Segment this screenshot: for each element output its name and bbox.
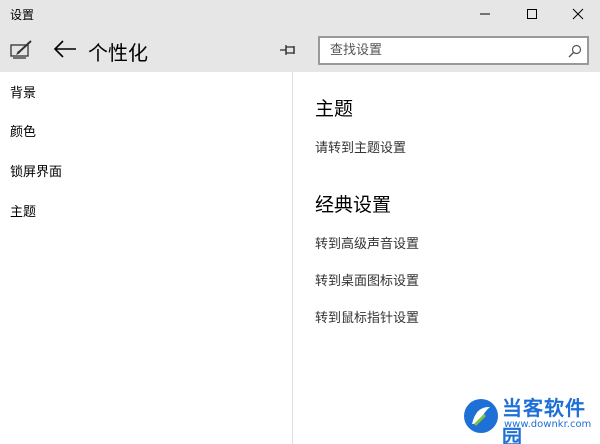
- window-title: 设置: [10, 8, 35, 22]
- link-desktop-icon-settings[interactable]: 转到桌面图标设置: [315, 270, 419, 289]
- link-advanced-sound-settings[interactable]: 转到高级声音设置: [315, 233, 419, 252]
- sidebar-item-background[interactable]: 背景: [10, 81, 270, 107]
- minimize-icon: [480, 13, 490, 15]
- back-arrow-icon[interactable]: [52, 38, 78, 64]
- search-input[interactable]: [330, 41, 560, 60]
- section-title-themes: 主题: [315, 98, 354, 120]
- maximize-button[interactable]: [509, 0, 555, 28]
- pin-icon[interactable]: [279, 42, 299, 61]
- link-mouse-pointer-settings[interactable]: 转到鼠标指针设置: [315, 307, 419, 326]
- close-button[interactable]: [555, 0, 600, 28]
- watermark: 当客软件园 www.downkr.com: [462, 392, 598, 444]
- maximize-icon: [527, 9, 537, 19]
- close-icon: [572, 8, 584, 20]
- search-box[interactable]: [318, 36, 589, 65]
- sidebar-item-themes[interactable]: 主题: [10, 200, 270, 226]
- page-title: 个性化: [88, 41, 148, 65]
- minimize-button[interactable]: [462, 0, 508, 28]
- sidebar-item-colors[interactable]: 颜色: [10, 120, 270, 146]
- search-icon[interactable]: [568, 43, 582, 62]
- watermark-url: www.downkr.com: [504, 419, 592, 430]
- edit-icon: [10, 40, 34, 64]
- section-title-classic-settings: 经典设置: [315, 194, 392, 216]
- sidebar-item-lock-screen[interactable]: 锁屏界面: [10, 160, 270, 186]
- watermark-name: 当客软件园: [502, 396, 586, 444]
- content-pane: 主题 请转到主题设置 经典设置 转到高级声音设置 转到桌面图标设置 转到鼠标指针…: [293, 72, 600, 444]
- title-bar: 设置: [0, 0, 600, 28]
- sidebar-nav: 背景 颜色 锁屏界面 主题: [0, 72, 292, 444]
- link-theme-settings[interactable]: 请转到主题设置: [315, 137, 406, 156]
- watermark-logo-icon: [464, 399, 498, 433]
